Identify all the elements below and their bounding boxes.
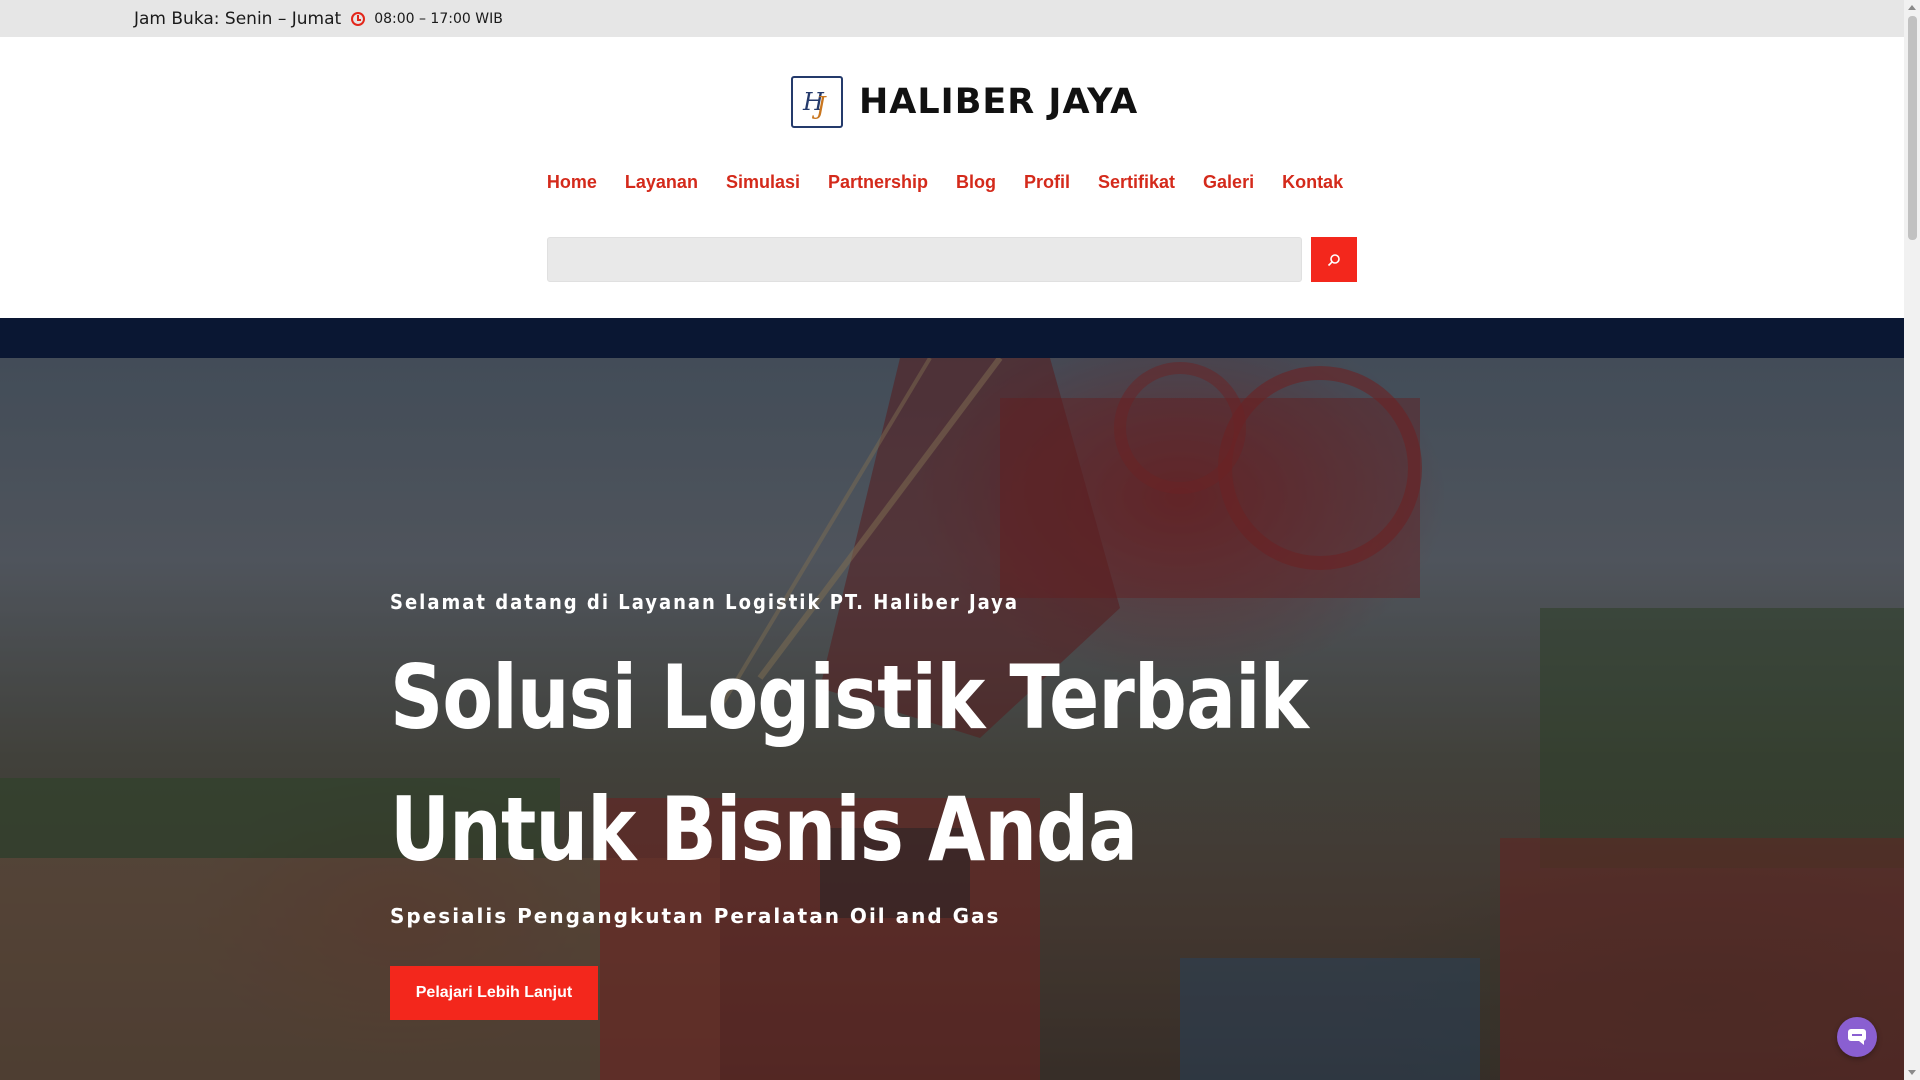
opening-hours-time: 08:00 – 17:00 WIB — [374, 10, 503, 27]
scroll-up-arrow-icon[interactable] — [1908, 5, 1916, 10]
clock-icon — [351, 11, 366, 26]
hero-content: Selamat datang di Layanan Logistik PT. H… — [390, 590, 1590, 1020]
scrollbar-thumb[interactable] — [1908, 16, 1917, 240]
search-bar — [547, 237, 1357, 282]
nav-item-partnership[interactable]: Partnership — [828, 172, 928, 193]
nav-item-blog[interactable]: Blog — [956, 172, 996, 193]
learn-more-button[interactable]: Pelajari Lebih Lanjut — [390, 966, 598, 1020]
opening-hours-label: Jam Buka: Senin – Jumat — [134, 8, 342, 29]
site-title[interactable]: HALIBER JAYA — [859, 82, 1138, 122]
hero-kicker: Selamat datang di Layanan Logistik PT. H… — [390, 590, 1020, 614]
hero-title: Solusi Logistik Terbaik Untuk Bisnis And… — [390, 646, 1309, 881]
nav-item-home[interactable]: Home — [547, 172, 597, 193]
header-divider-strip — [0, 318, 1904, 358]
hero-section: Selamat datang di Layanan Logistik PT. H… — [0, 358, 1904, 1080]
nav-item-profil[interactable]: Profil — [1024, 172, 1070, 193]
nav-item-sertifikat[interactable]: Sertifikat — [1098, 172, 1175, 193]
chat-widget-button[interactable] — [1837, 1017, 1877, 1057]
scroll-down-arrow-icon[interactable] — [1908, 1070, 1916, 1075]
search-input[interactable] — [547, 237, 1302, 282]
main-navigation: Home Layanan Simulasi Partnership Blog P… — [0, 172, 1904, 193]
top-info-bar: Jam Buka: Senin – Jumat 08:00 – 17:00 WI… — [0, 0, 1904, 37]
search-icon — [1327, 253, 1340, 266]
nav-item-layanan[interactable]: Layanan — [625, 172, 698, 193]
logo-icon[interactable]: H J — [791, 76, 843, 128]
site-header: H J HALIBER JAYA Home Layanan Simulasi P… — [0, 37, 1904, 318]
brand[interactable]: H J HALIBER JAYA — [791, 76, 1138, 128]
nav-item-galeri[interactable]: Galeri — [1203, 172, 1254, 193]
hero-subtitle: Spesialis Pengangkutan Peralatan Oil and… — [390, 904, 1001, 928]
chat-icon — [1848, 1029, 1866, 1045]
nav-item-kontak[interactable]: Kontak — [1282, 172, 1343, 193]
search-button[interactable] — [1311, 237, 1357, 282]
page-scrollbar[interactable] — [1904, 0, 1920, 1080]
nav-item-simulasi[interactable]: Simulasi — [726, 172, 800, 193]
